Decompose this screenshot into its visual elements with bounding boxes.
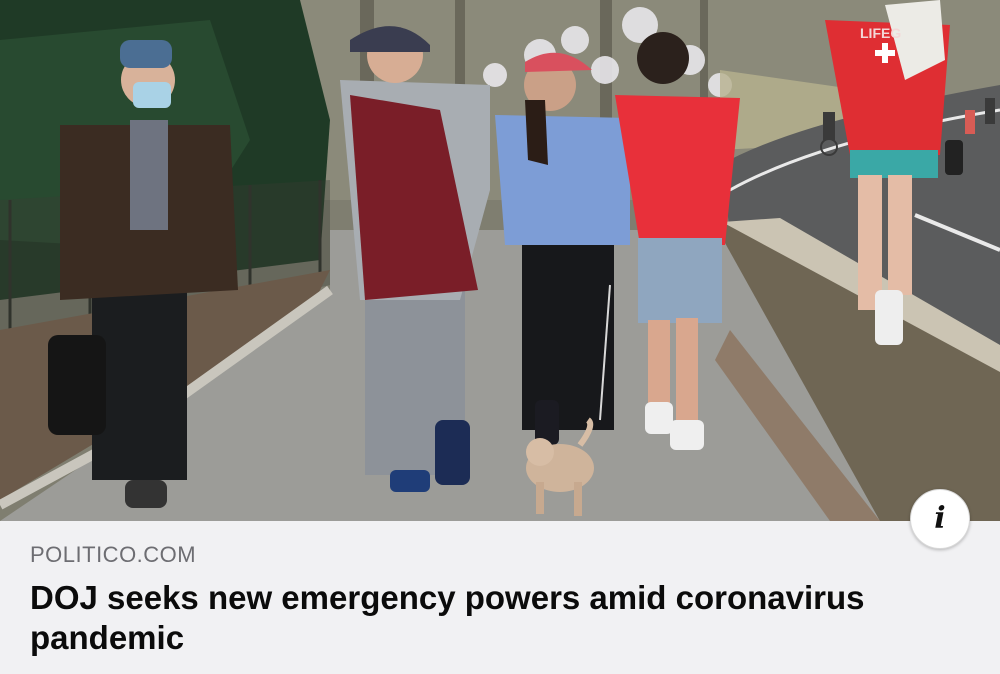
park-scene-illustration: LIFEG — [0, 0, 1000, 521]
info-icon: i — [934, 501, 946, 536]
article-headline[interactable]: DOJ seeks new emergency powers amid coro… — [30, 578, 950, 658]
article-photo[interactable]: LIFEG — [0, 0, 1000, 521]
info-button[interactable]: i — [910, 489, 970, 549]
source-domain: POLITICO.COM — [30, 542, 197, 567]
link-preview-card[interactable]: LIFEG i POLITICO.COM DOJ seeks new emerg… — [0, 0, 1000, 674]
shirt-text: LIFEG — [860, 25, 901, 41]
